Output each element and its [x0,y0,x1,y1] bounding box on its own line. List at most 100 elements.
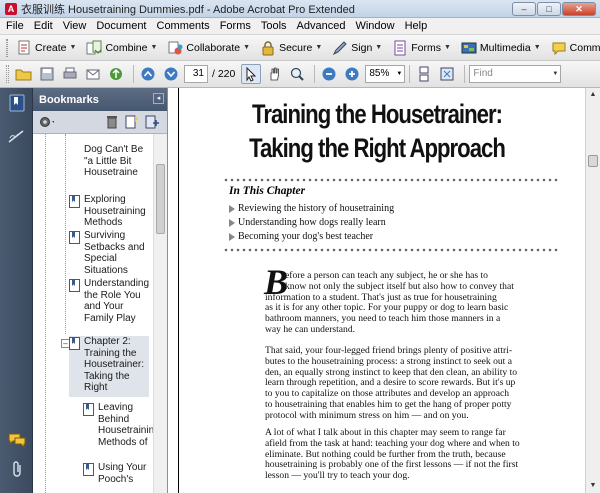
expand-bookmark-icon[interactable] [144,114,160,130]
menu-document[interactable]: Document [96,20,146,32]
bookmarks-title: Bookmarks [39,93,99,106]
text-line: way he can understand. [265,323,356,335]
menu-advanced[interactable]: Advanced [297,20,346,32]
previous-page-icon[interactable] [138,64,158,84]
chapter-bullet: Reviewing the history of housetraining [229,203,394,214]
bookmark-item[interactable]: Dog Can't Be "a Little Bit Housetraine [69,144,153,179]
comment-button[interactable]: Comment▼ [548,37,600,58]
bookmark-item[interactable]: Understanding the Role You and Your Fami… [69,278,153,324]
secure-button[interactable]: Secure ▼ [257,37,325,58]
text-line: protocol with minimum stress on him — an… [265,409,469,421]
sign-button[interactable]: Sign ▼ [329,37,385,58]
find-input[interactable]: Find ▼ [469,65,562,83]
bookmark-page-icon [83,403,94,416]
bookmark-page-icon [69,279,80,292]
toolbar-grip[interactable] [6,65,9,83]
menu-edit[interactable]: Edit [34,20,53,32]
chevron-down-icon: ▼ [533,44,541,51]
upload-icon[interactable] [106,64,126,84]
minimize-button[interactable]: – [512,2,536,16]
lock-icon [260,40,276,56]
collaborate-button[interactable]: Collaborate ▼ [164,37,253,58]
tree-guide-line [45,134,46,493]
multimedia-icon [461,40,477,56]
bookmarks-scrollbar[interactable] [153,134,167,493]
collaborate-icon [167,40,183,56]
menu-forms[interactable]: Forms [220,20,251,32]
bookmark-item[interactable]: Using Your Pooch's [83,462,153,485]
combine-icon [86,40,102,56]
window-title: 衣服训练 Housetraining Dummies.pdf - Adobe A… [21,3,355,16]
bookmark-label: Dog Can't Be "a Little Bit Housetraine [84,144,144,178]
dotted-rule [223,248,558,252]
options-gear-icon[interactable] [38,114,54,130]
new-bookmark-icon[interactable] [124,114,140,130]
next-page-icon[interactable] [161,64,181,84]
fit-page-icon[interactable] [437,64,457,84]
menu-help[interactable]: Help [405,20,428,32]
hand-tool-icon[interactable] [264,64,284,84]
signatures-panel-icon[interactable] [8,128,26,146]
chevron-down-icon: ▼ [443,44,451,51]
title-bar: A 衣服训练 Housetraining Dummies.pdf - Adobe… [0,0,600,18]
secure-label: Secure [279,41,313,54]
collapse-panel-button[interactable]: ◂ [153,93,164,104]
toolbar-grip[interactable] [6,38,8,57]
save-icon[interactable] [37,64,57,84]
paragraph-2: That said, your four-legged friend bring… [265,345,565,422]
bookmark-label: Chapter 2: Training the Housetrainer: Ta… [84,336,145,393]
bookmark-item[interactable]: Leaving Behind Housetraining Methods of [83,402,160,448]
bookmark-label: Exploring Housetraining Methods [84,194,146,228]
create-button[interactable]: Create ▼ [13,37,79,58]
pen-icon [332,40,348,56]
acrobat-app-icon[interactable]: A [5,2,17,15]
print-icon[interactable] [60,64,80,84]
chapter-title-line-1: Training the Housetrainer: [252,99,503,129]
bookmarks-header: Bookmarks ◂ [33,88,167,111]
bookmark-item[interactable]: Surviving Setbacks and Special Situation… [69,230,153,276]
combine-button[interactable]: Combine ▼ [83,37,160,58]
document-scrollbar[interactable]: ▲ ▼ [585,88,600,493]
bookmark-item[interactable]: Exploring Housetraining Methods [69,194,153,229]
menu-tools[interactable]: Tools [261,20,287,32]
scroll-thumb[interactable] [156,164,165,234]
comment-label: Comment [569,41,600,54]
paragraph-1: efore a person can teach any subject, he… [265,270,565,336]
menu-comments[interactable]: Comments [157,20,210,32]
maximize-button[interactable]: □ [537,2,561,16]
zoom-out-icon[interactable] [319,64,339,84]
menu-window[interactable]: Window [355,20,394,32]
bookmarks-panel-icon[interactable] [8,94,26,112]
scrolling-mode-icon[interactable] [414,64,434,84]
chevron-down-icon: ▼ [375,44,383,51]
triangle-bullet-icon [229,204,235,213]
close-button[interactable]: ✕ [562,2,596,16]
scroll-up-arrow-icon[interactable]: ▲ [586,88,600,102]
attachments-paperclip-icon[interactable] [8,460,26,478]
page-number-input[interactable]: 31 [184,65,208,83]
bullet-text: Becoming your dog's best teacher [238,231,374,242]
text-line: butes to the housetraining process: a st… [265,355,512,367]
document-view[interactable]: Training the Housetrainer: Taking the Ri… [167,88,585,493]
bookmarks-tree: Dog Can't Be "a Little Bit Housetraine E… [33,134,167,493]
select-cursor-icon[interactable] [241,64,262,84]
text-line: afield from the task at hand: teaching y… [265,437,520,449]
menu-file[interactable]: File [6,20,24,32]
zoom-level-select[interactable]: 85% ▼ [365,65,406,83]
zoom-in-icon[interactable] [342,64,362,84]
open-folder-icon[interactable] [14,64,34,84]
bookmark-page-icon [69,337,80,350]
email-icon[interactable] [83,64,103,84]
bookmark-item-selected[interactable]: Chapter 2: Training the Housetrainer: Ta… [69,336,149,397]
delete-trash-icon[interactable] [104,114,120,130]
scroll-down-arrow-icon[interactable]: ▼ [586,479,600,493]
chapter-bullet: Becoming your dog's best teacher [229,231,373,242]
marquee-zoom-icon[interactable] [287,64,307,84]
scroll-thumb[interactable] [588,155,598,167]
create-label: Create [35,41,67,54]
combine-label: Combine [105,41,148,54]
menu-view[interactable]: View [63,20,87,32]
multimedia-button[interactable]: Multimedia ▼ [458,37,544,58]
forms-button[interactable]: Forms ▼ [389,37,454,58]
comments-panel-icon[interactable] [8,431,26,449]
